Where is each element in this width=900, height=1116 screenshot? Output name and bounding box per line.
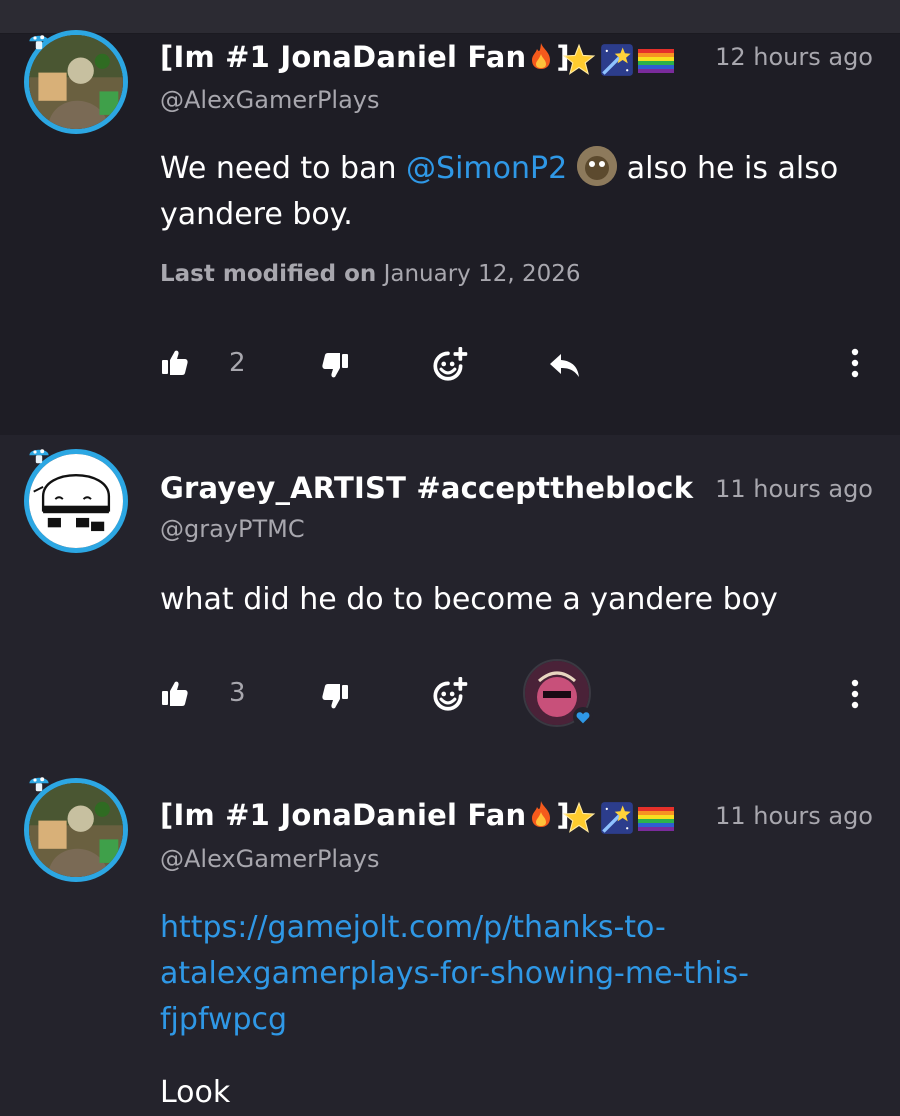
comment-actions: 2	[0, 342, 900, 386]
add-reaction-icon	[430, 676, 468, 714]
add-reaction-button[interactable]	[430, 676, 468, 714]
reply-icon	[548, 350, 582, 380]
shooting-star-emoji	[600, 43, 634, 77]
display-name[interactable]: [Im #1 JonaDaniel Fan]	[160, 798, 570, 832]
glowing-star-emoji	[562, 801, 596, 835]
more-vertical-icon	[850, 348, 860, 378]
timestamp: 11 hours ago	[715, 802, 873, 830]
display-name[interactable]: Grayey_ARTIST #accepttheblock	[160, 471, 693, 505]
glowing-star-emoji	[562, 43, 596, 77]
like-button[interactable]	[160, 348, 190, 378]
heart-icon	[576, 711, 590, 723]
fire-emoji	[526, 799, 556, 829]
heart-badge	[573, 707, 593, 727]
comment-card: [Im #1 JonaDaniel Fan] 11 hours ago @Ale…	[0, 750, 900, 1110]
like-button[interactable]	[160, 679, 190, 709]
comment-actions: 3	[0, 659, 900, 727]
mushroom-badge-icon	[27, 772, 51, 796]
timestamp: 11 hours ago	[715, 475, 873, 503]
user-handle[interactable]: @grayPTMC	[160, 515, 305, 543]
like-count: 2	[229, 348, 246, 378]
comment-text: Look	[160, 1075, 231, 1110]
shooting-star-emoji	[600, 801, 634, 835]
comment-card: Grayey_ARTIST #accepttheblock 11 hours a…	[0, 435, 900, 750]
mention-avatar	[577, 146, 618, 186]
more-vertical-icon	[850, 679, 860, 709]
thumbs-down-icon	[320, 350, 350, 380]
thumbs-up-icon	[160, 679, 190, 709]
rainbow-flag-emoji	[638, 803, 674, 833]
user-handle[interactable]: @AlexGamerPlays	[160, 845, 380, 873]
thumbs-up-icon	[160, 348, 190, 378]
user-handle[interactable]: @AlexGamerPlays	[160, 86, 380, 114]
reply-button[interactable]	[548, 350, 582, 380]
comment-text: We need to ban @SimonP2 also he is also …	[160, 146, 870, 238]
name-emojis	[562, 801, 674, 835]
dislike-button[interactable]	[320, 681, 350, 711]
like-count: 3	[229, 678, 246, 708]
post-link[interactable]: https://gamejolt.com/p/thanks-to- atalex…	[160, 905, 870, 1043]
timestamp: 12 hours ago	[715, 43, 873, 71]
mushroom-badge-icon	[27, 444, 51, 468]
comment-card: [Im #1 JonaDaniel Fan] 12 hours ago @Ale…	[0, 30, 900, 435]
add-reaction-button[interactable]	[430, 346, 468, 384]
mushroom-badge-icon	[27, 30, 51, 54]
name-emojis	[562, 43, 674, 77]
rainbow-flag-emoji	[638, 45, 674, 75]
thumbs-down-icon	[320, 681, 350, 711]
more-options-button[interactable]	[850, 348, 860, 378]
comment-text: what did he do to become a yandere boy	[160, 582, 778, 617]
top-bar	[0, 0, 900, 34]
dislike-button[interactable]	[320, 350, 350, 380]
mention-link[interactable]: @SimonP2	[406, 151, 567, 186]
add-reaction-icon	[430, 346, 468, 384]
last-modified: Last modified on January 12, 2026	[160, 261, 581, 287]
display-name[interactable]: [Im #1 JonaDaniel Fan]	[160, 40, 570, 74]
fire-emoji	[526, 41, 556, 71]
more-options-button[interactable]	[850, 679, 860, 709]
